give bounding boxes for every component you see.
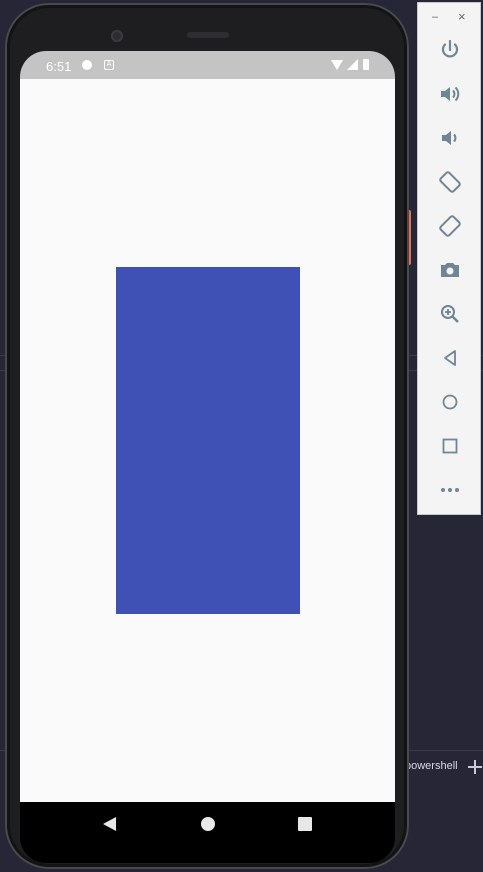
wifi-icon — [331, 60, 343, 70]
blue-box — [116, 267, 300, 614]
notification-icon — [82, 60, 92, 70]
front-camera — [111, 30, 123, 42]
back-icon[interactable] — [438, 346, 462, 370]
volume-up-icon[interactable] — [438, 82, 462, 106]
signal-icon — [347, 59, 358, 70]
minimize-button[interactable]: – — [432, 11, 442, 23]
status-bar: 6:51 A — [20, 51, 395, 79]
add-terminal-icon[interactable] — [468, 760, 482, 774]
notification-a-icon: A — [104, 60, 114, 70]
close-button[interactable]: × — [458, 9, 468, 24]
navigation-bar — [20, 802, 395, 863]
volume-down-icon[interactable] — [438, 126, 462, 150]
nav-back-button[interactable] — [103, 817, 116, 831]
rotate-left-icon[interactable] — [438, 170, 462, 194]
overview-icon[interactable] — [438, 434, 462, 458]
terminal-tab-label[interactable]: powershell — [405, 760, 458, 772]
home-icon[interactable] — [438, 390, 462, 414]
camera-icon[interactable] — [438, 258, 462, 282]
app-content[interactable] — [20, 79, 395, 802]
zoom-icon[interactable] — [438, 302, 462, 326]
more-icon[interactable] — [438, 478, 462, 502]
nav-recents-button[interactable] — [298, 817, 312, 831]
emulator-device-frame: 6:51 A — [5, 3, 409, 869]
nav-home-button[interactable] — [201, 817, 215, 831]
battery-icon — [363, 59, 369, 70]
status-time: 6:51 — [46, 59, 72, 74]
emulator-toolbar: – × — [417, 2, 481, 515]
earpiece — [187, 32, 229, 38]
power-icon[interactable] — [438, 38, 462, 62]
rotate-right-icon[interactable] — [438, 214, 462, 238]
device-screen[interactable]: 6:51 A — [20, 51, 395, 863]
